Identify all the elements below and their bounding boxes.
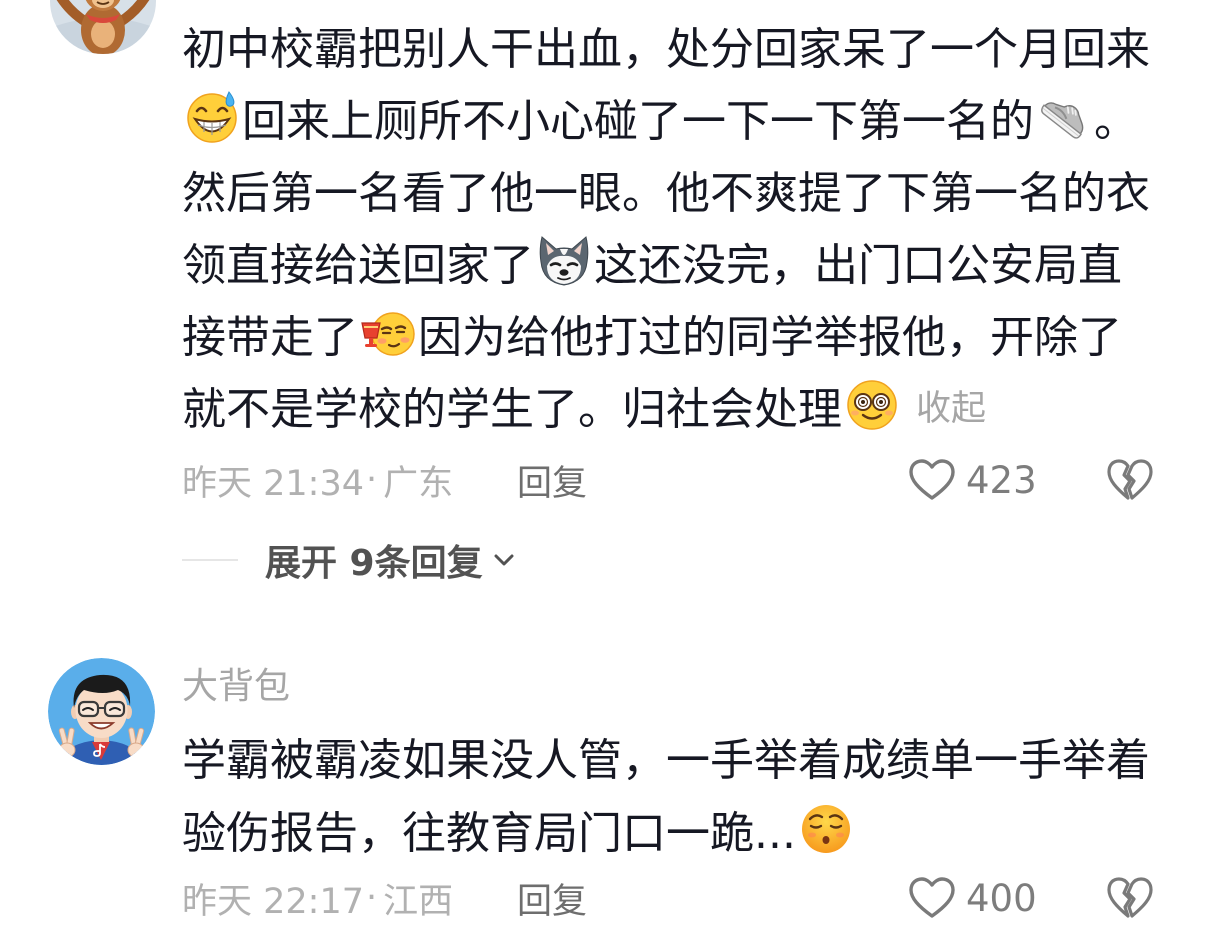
sneaker-emoji	[1037, 90, 1091, 144]
dazed-emoji	[845, 378, 899, 432]
divider-line	[182, 559, 238, 561]
heart-outline-icon[interactable]	[908, 873, 956, 923]
husky-dog-emoji	[537, 234, 591, 288]
comment-meta: 昨天 22:17 · 江西 回复 400	[0, 873, 1206, 923]
comment-text: 因为给他打过的同学举报他，开除了	[418, 312, 1122, 363]
comment-text: 领直接给送回家了	[182, 240, 534, 291]
like-count: 400	[966, 876, 1037, 920]
commenter-avatar[interactable]	[50, 0, 156, 54]
comment-list: 初中校霸把别人干出血，处分回家呆了一个月回来 回来上厕所不小心碰了一下一下第一名…	[0, 0, 1206, 951]
comment-text: 初中校霸把别人干出血，处分回家呆了一个月回来	[182, 24, 1150, 75]
comment-text: 然后第一名看了他一眼。他不爽提了下第一名的衣	[182, 168, 1150, 219]
comment-line: 学霸被霸凌如果没人管，一手举着成绩单一手举着	[182, 719, 1150, 792]
timestamp-location: 昨天 21:34 · 广东	[182, 455, 453, 505]
heart-outline-icon[interactable]	[908, 455, 956, 505]
comment-line: 然后第一名看了他一眼。他不爽提了下第一名的衣	[182, 153, 1150, 225]
comment-line: 验伤报告，往教育局门口一跪...	[182, 792, 1150, 865]
timestamp-location: 昨天 22:17 · 江西	[182, 873, 453, 923]
comment-line: 接带走了 因为给他打过的同学举报他，开除了	[182, 297, 1150, 369]
comment-text: 验伤报告，往教育局门口一跪...	[182, 807, 796, 859]
like-count: 423	[966, 458, 1037, 502]
comment-line: 领直接给送回家了 这还没完，出门口公安局直	[182, 225, 1150, 297]
comment-meta: 昨天 21:34 · 广东 回复 423	[0, 455, 1206, 505]
tipsy-drink-emoji	[361, 306, 415, 360]
broken-heart-icon[interactable]	[1106, 873, 1154, 923]
comment-location: 广东	[383, 463, 454, 504]
comment-text: 回来上厕所不小心碰了一下一下第一名的	[242, 96, 1034, 147]
reply-button[interactable]: 回复	[517, 873, 587, 923]
broken-heart-icon[interactable]	[1106, 455, 1154, 505]
expand-replies[interactable]: 展开 9条回复	[0, 535, 1206, 585]
comment-line: 初中校霸把别人干出血，处分回家呆了一个月回来	[182, 9, 1150, 81]
smug-raised-brows-emoji	[799, 802, 853, 856]
expand-replies-button[interactable]: 展开 9条回复	[265, 535, 515, 585]
comment-line: 就不是学校的学生了。归社会处理 收起	[182, 369, 1150, 441]
comment-location: 江西	[383, 881, 454, 922]
comment-time: 昨天 22:17	[182, 881, 364, 922]
username[interactable]: 大背包	[182, 658, 290, 708]
comment-text: 接带走了	[182, 312, 358, 363]
comment-text: 这还没完，出门口公安局直	[594, 240, 1122, 291]
comment-body: 初中校霸把别人干出血，处分回家呆了一个月回来 回来上厕所不小心碰了一下一下第一名…	[182, 9, 1150, 441]
comment-text: 就不是学校的学生了。归社会处理	[182, 384, 842, 435]
comment-line: 回来上厕所不小心碰了一下一下第一名的 。	[182, 81, 1150, 153]
commenter-avatar[interactable]	[48, 658, 155, 765]
chevron-down-icon	[493, 553, 515, 567]
comment-body: 学霸被霸凌如果没人管，一手举着成绩单一手举着 验伤报告，往教育局门口一跪...	[182, 719, 1150, 865]
comment-time: 昨天 21:34	[182, 463, 364, 504]
expand-replies-label: 展开 9条回复	[265, 543, 483, 584]
comment-text: 学霸被霸凌如果没人管，一手举着成绩单一手举着	[182, 734, 1150, 786]
comment-text: 。	[1094, 96, 1138, 147]
meta-separator: ·	[366, 460, 378, 500]
reply-button[interactable]: 回复	[517, 455, 587, 505]
meta-separator: ·	[366, 878, 378, 918]
grinning-sweat-emoji	[185, 90, 239, 144]
collapse-link[interactable]: 收起	[916, 380, 986, 431]
